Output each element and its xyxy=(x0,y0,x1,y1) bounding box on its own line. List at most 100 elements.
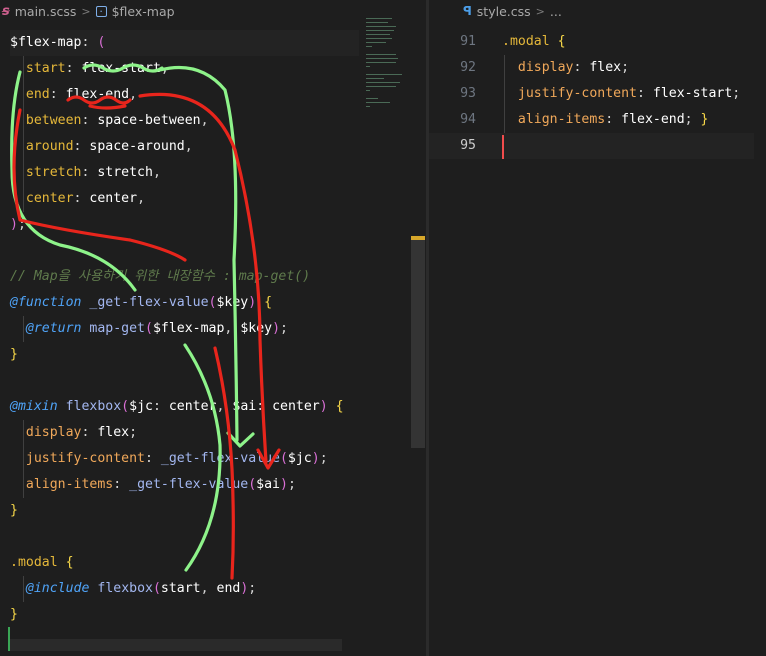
code-token: @function xyxy=(10,295,82,310)
code-token: $ai xyxy=(232,399,257,414)
code-token: _get-flex-value xyxy=(129,477,249,492)
breadcrumb-symbol[interactable]: ... xyxy=(550,4,562,19)
code-token: @return xyxy=(25,321,82,336)
code-token: _get-flex-value xyxy=(160,451,280,466)
code-token: flex-start xyxy=(652,86,733,101)
code-token: ) xyxy=(10,217,18,232)
code-token: $jc xyxy=(129,399,153,414)
line-number: 94 xyxy=(460,112,476,127)
code-line[interactable]: between: space-between, xyxy=(10,108,359,134)
code-token: flexbox xyxy=(65,399,122,414)
breadcrumb: ꞩ main.scss > · $flex-map xyxy=(0,0,426,22)
code-token: : xyxy=(49,87,66,102)
code-line[interactable]: } xyxy=(10,342,359,368)
code-token: : xyxy=(113,477,130,492)
code-token: : xyxy=(65,61,82,76)
minimap-line xyxy=(366,82,400,83)
code-token: display xyxy=(517,60,574,75)
code-line[interactable] xyxy=(10,524,359,550)
code-line[interactable]: @mixin flexbox($jc: center, $ai: center)… xyxy=(10,394,359,420)
breadcrumb-file[interactable]: style.css xyxy=(477,4,531,19)
code-area[interactable]: 91 .modal {92 display: flex; 93 justify-co… xyxy=(429,29,754,159)
code-token: } xyxy=(700,112,709,127)
code-token: ; xyxy=(248,581,257,596)
code-token: flex-end xyxy=(65,87,130,102)
code-line[interactable]: } xyxy=(10,498,359,524)
code-line[interactable]: $flex-map: ( xyxy=(10,30,359,56)
code-text: align-items: flex-end; } xyxy=(502,107,709,133)
minimap-line xyxy=(366,30,394,31)
code-area[interactable]: $flex-map: ( start: flex-start, end: fle… xyxy=(10,30,359,654)
code-line[interactable]: align-items: _get-flex-value($ai); xyxy=(10,472,359,498)
indent-guide xyxy=(23,420,24,498)
code-token: { xyxy=(65,555,74,570)
minimap-line xyxy=(366,78,384,79)
code-line[interactable]: 93 justify-content: flex-start; xyxy=(429,81,754,107)
code-token: } xyxy=(10,347,18,362)
minimap-line xyxy=(366,26,396,27)
code-line[interactable]: 94 align-items: flex-end; } xyxy=(429,107,754,133)
code-token: // Map을 사용하기 위한 내장함수 : map-get() xyxy=(10,269,311,284)
line-number: 95 xyxy=(460,138,476,153)
code-token: ) xyxy=(280,477,288,492)
code-line[interactable]: 91 .modal { xyxy=(429,29,754,55)
minimap-line xyxy=(366,74,402,75)
code-token: justify-content xyxy=(517,86,637,101)
code-line[interactable]: ); xyxy=(10,212,359,238)
code-token: $ai xyxy=(256,477,280,492)
code-token: between xyxy=(25,113,82,128)
code-line[interactable]: stretch: stretch, xyxy=(10,160,359,186)
code-token: : xyxy=(152,399,169,414)
indent-guide xyxy=(23,316,24,342)
code-line[interactable]: justify-content: _get-flex-value($jc); xyxy=(10,446,359,472)
breadcrumb-symbol[interactable]: $flex-map xyxy=(112,4,175,19)
minimap-line xyxy=(366,38,392,39)
code-token: ) xyxy=(319,399,328,414)
code-token: : xyxy=(81,425,98,440)
code-text: display: flex; xyxy=(502,55,629,81)
code-line[interactable]: 95 xyxy=(429,133,754,159)
code-line[interactable]: @return map-get($flex-map, $key); xyxy=(10,316,359,342)
right-editor-pane[interactable]: ꟼ style.css > ... 91 .modal {92 display: … xyxy=(429,0,766,656)
code-token: , xyxy=(184,139,193,154)
code-line[interactable]: around: space-around, xyxy=(10,134,359,160)
minimap[interactable] xyxy=(366,18,406,118)
code-line[interactable]: start: flex-start, xyxy=(10,56,359,82)
minimap-line xyxy=(366,18,392,19)
minimap-line xyxy=(366,22,388,23)
line-number: 91 xyxy=(460,34,476,49)
code-token: : xyxy=(144,451,161,466)
code-line[interactable]: .modal { xyxy=(10,550,359,576)
code-line[interactable]: end: flex-end, xyxy=(10,82,359,108)
code-line[interactable]: @include flexbox(start, end); xyxy=(10,576,359,602)
code-token: display xyxy=(25,425,82,440)
breadcrumb-file[interactable]: main.scss xyxy=(15,4,77,19)
code-line[interactable]: // Map을 사용하기 위한 내장함수 : map-get() xyxy=(10,264,359,290)
code-line[interactable]: center: center, xyxy=(10,186,359,212)
vertical-scrollbar-thumb[interactable] xyxy=(411,236,425,448)
code-token: , xyxy=(160,61,169,76)
code-token: ; xyxy=(684,112,701,127)
code-line[interactable]: display: flex; xyxy=(10,420,359,446)
code-token: center xyxy=(168,399,217,414)
code-token: align-items xyxy=(25,477,114,492)
code-token: : xyxy=(81,165,98,180)
code-token: center xyxy=(89,191,138,206)
code-token: _get-flex-value xyxy=(89,295,209,310)
code-line[interactable]: @function _get-flex-value($key) { xyxy=(10,290,359,316)
code-token: @mixin xyxy=(10,399,58,414)
minimap-line xyxy=(366,98,378,99)
code-text: .modal { xyxy=(502,29,566,55)
code-line[interactable]: 92 display: flex; xyxy=(429,55,754,81)
code-token: flex-start xyxy=(81,61,161,76)
horizontal-scrollbar[interactable] xyxy=(10,639,342,651)
code-line[interactable] xyxy=(10,368,359,394)
code-token: , xyxy=(200,581,217,596)
code-line[interactable] xyxy=(10,238,359,264)
code-token: , xyxy=(152,165,161,180)
code-line[interactable]: } xyxy=(10,602,359,628)
left-editor-pane[interactable]: ꞩ main.scss > · $flex-map $flex-map: ( s… xyxy=(0,0,426,656)
code-token: ) xyxy=(272,321,281,336)
code-token: , xyxy=(200,113,209,128)
